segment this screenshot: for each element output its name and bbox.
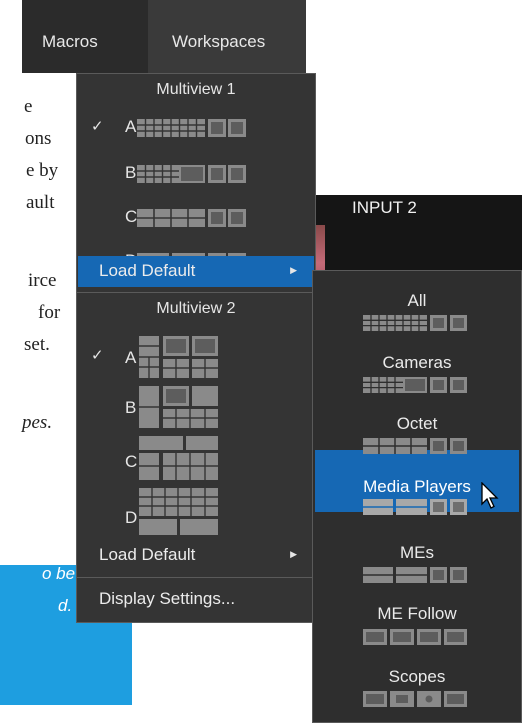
menu-macros[interactable]: Macros: [42, 32, 98, 52]
submenu-item-mes[interactable]: MEs: [313, 543, 521, 563]
doc-text-line-5: irce: [28, 270, 57, 291]
multiview-2-load-default[interactable]: Load Default ▶: [77, 540, 315, 570]
multiview-2-header: Multiview 2: [156, 300, 236, 317]
layout-mes-icon: [363, 567, 467, 583]
submenu-arrow-icon: ▶: [290, 265, 297, 275]
mouse-pointer-icon: [481, 482, 499, 509]
submenu-item-me-follow[interactable]: ME Follow: [313, 604, 521, 624]
doc-text-line-1: e: [24, 96, 33, 117]
mv2-layout-a-thumbnail-icon: [139, 336, 218, 378]
multiview-1-option-a[interactable]: ✓ A: [77, 112, 315, 142]
layout-media-players-icon: [363, 499, 467, 515]
layout-octet-thumbnail-icon: [137, 209, 246, 227]
note-line-3: play: [40, 532, 72, 551]
doc-text-line-6: for: [38, 302, 61, 323]
note-line-4: o be: [42, 564, 76, 583]
note-line-1: you: [42, 468, 70, 487]
display-settings-label: Display Settings...: [99, 589, 236, 608]
note-line-5: d.: [58, 596, 73, 615]
option-letter: C: [125, 452, 138, 471]
submenu-item-all[interactable]: All: [313, 291, 521, 311]
note-line-2: Amp: [40, 500, 75, 519]
option-letter: B: [125, 398, 137, 417]
load-default-label: Load Default: [99, 545, 196, 564]
checkmark-icon: ✓: [91, 118, 104, 135]
layout-me-follow-icon: [363, 629, 467, 645]
load-default-label: Load Default: [99, 261, 196, 280]
layout-octet-icon: [363, 438, 467, 454]
multiview-2-option-d[interactable]: D: [77, 486, 315, 536]
doc-text-line-4: ault: [26, 192, 55, 213]
checkmark-icon: ✓: [91, 347, 104, 364]
menu-workspaces[interactable]: Workspaces: [172, 32, 265, 52]
menu-separator: [77, 292, 315, 293]
multiview-2-option-c[interactable]: C: [77, 434, 315, 480]
multiview-1-option-b[interactable]: B: [77, 158, 315, 188]
doc-text-line-2: ons: [25, 128, 52, 149]
layout-cameras-icon: [363, 377, 467, 393]
doc-text-line-8: pes.: [22, 412, 53, 433]
layout-all-thumbnail-icon: [137, 119, 246, 137]
layout-scopes-icon: [363, 691, 467, 707]
option-letter: A: [125, 348, 137, 367]
menubar: Macros Workspaces: [22, 0, 306, 73]
option-letter: D: [125, 508, 138, 527]
mv2-layout-c-thumbnail-icon: [139, 436, 218, 480]
submenu-item-octet[interactable]: Octet: [313, 414, 521, 434]
doc-text-line-7: set.: [24, 334, 50, 355]
multiview-1-header: Multiview 1: [156, 81, 236, 98]
multiview-1-load-default[interactable]: Load Default ▶: [77, 256, 315, 286]
mv2-layout-b-thumbnail-icon: [139, 386, 218, 428]
display-settings-item[interactable]: Display Settings...: [77, 584, 315, 614]
menu-separator: [77, 577, 315, 578]
option-letter: B: [125, 163, 137, 182]
submenu-arrow-icon: ▶: [290, 549, 297, 559]
multiview-2-option-b[interactable]: B: [77, 384, 315, 430]
submenu-item-scopes[interactable]: Scopes: [313, 667, 521, 687]
option-letter: C: [125, 207, 138, 226]
option-letter: A: [125, 117, 137, 136]
multiview-2-option-a[interactable]: ✓ A: [77, 332, 315, 378]
workspaces-dropdown: Multiview 1 ✓ A B C Load Default ▶ Multi…: [76, 73, 316, 623]
mv2-layout-d-thumbnail-icon: [139, 488, 218, 535]
input-preview-title: INPUT 2: [352, 198, 417, 217]
doc-text-line-3: e by: [26, 160, 59, 181]
layout-cameras-thumbnail-icon: [137, 165, 246, 183]
multiview-1-option-c[interactable]: C: [77, 202, 315, 232]
submenu-item-cameras[interactable]: Cameras: [313, 353, 521, 373]
layout-all-icon: [363, 315, 467, 331]
